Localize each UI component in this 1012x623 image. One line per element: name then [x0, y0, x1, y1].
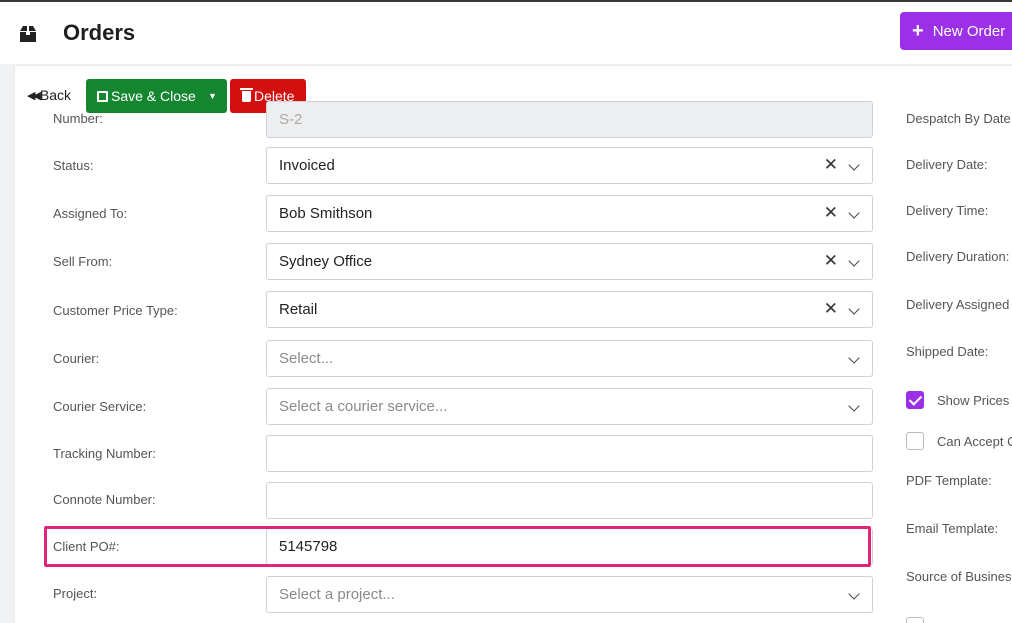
courier-label: Courier: [53, 351, 100, 366]
save-options-dropdown[interactable]: ▼ [198, 79, 227, 113]
box-icon [20, 26, 36, 42]
clear-icon[interactable]: ✕ [824, 251, 838, 271]
pdf-template-label: PDF Template: [906, 473, 992, 488]
plus-icon: + [912, 19, 924, 42]
trash-icon [240, 87, 253, 102]
status-select[interactable]: Invoiced ✕ [266, 147, 873, 184]
tracking-number-label: Tracking Number: [53, 446, 156, 461]
email-template-label: Email Template: [906, 521, 999, 536]
despatch-by-date-label: Despatch By Date: [906, 111, 1012, 126]
clear-icon[interactable]: ✕ [824, 203, 838, 223]
shipped-date-label: Shipped Date: [906, 344, 989, 359]
assigned-to-select[interactable]: Bob Smithson ✕ [266, 195, 873, 232]
new-order-label: New Order [932, 22, 1006, 40]
clear-icon[interactable]: ✕ [824, 299, 838, 319]
chevron-down-icon[interactable] [848, 352, 860, 364]
customer-price-type-select[interactable]: Retail ✕ [266, 291, 873, 328]
show-prices-label: Show Prices I [937, 393, 1012, 408]
status-label: Status: [53, 158, 94, 173]
status-value: Invoiced [279, 157, 335, 174]
floppy-disk-icon [97, 90, 108, 102]
new-order-button[interactable]: + New Order [900, 12, 1012, 50]
number-field: S-2 [266, 101, 873, 138]
back-label: Back [39, 87, 72, 103]
can-accept-checkbox[interactable] [906, 432, 924, 450]
number-value: S-2 [279, 111, 303, 128]
show-prices-checkbox[interactable] [906, 391, 924, 409]
double-left-arrow-icon: ◀◀ [27, 89, 41, 102]
chevron-down-icon[interactable] [848, 588, 860, 600]
chevron-down-icon[interactable] [848, 159, 860, 171]
chevron-down-icon[interactable] [848, 303, 860, 315]
delivery-time-label: Delivery Time: [906, 203, 989, 218]
courier-service-placeholder: Select a courier service... [279, 398, 448, 415]
project-placeholder: Select a project... [279, 586, 395, 603]
project-label: Project: [53, 586, 98, 601]
courier-placeholder: Select... [279, 350, 334, 367]
assigned-to-value: Bob Smithson [279, 205, 373, 222]
courier-select[interactable]: Select... [266, 340, 873, 377]
courier-service-label: Courier Service: [53, 399, 147, 414]
back-button[interactable]: ◀◀ Back [27, 87, 71, 103]
chevron-down-icon[interactable] [848, 255, 860, 267]
courier-service-select[interactable]: Select a courier service... [266, 388, 873, 425]
project-select[interactable]: Select a project... [266, 576, 873, 613]
page-header: Orders + New Order [0, 2, 1012, 64]
source-of-business-label: Source of Business [906, 569, 1012, 584]
save-close-label: Save & Close [111, 88, 196, 104]
save-close-button[interactable]: Save & Close [86, 79, 198, 113]
can-accept-label: Can Accept C [937, 434, 1012, 449]
delivery-duration-label: Delivery Duration: [906, 249, 1010, 264]
connote-number-input[interactable] [266, 482, 873, 519]
tracking-number-input[interactable] [266, 435, 873, 472]
sell-from-select[interactable]: Sydney Office ✕ [266, 243, 873, 280]
customer-price-type-value: Retail [279, 301, 318, 318]
chevron-down-icon[interactable] [848, 207, 860, 219]
page-title: Orders [63, 20, 136, 45]
connote-number-label: Connote Number: [53, 492, 156, 507]
chevron-down-icon[interactable] [848, 400, 860, 412]
delivery-date-label: Delivery Date: [906, 157, 988, 172]
clear-icon[interactable]: ✕ [824, 155, 838, 175]
number-label: Number: [53, 111, 103, 126]
assigned-to-label: Assigned To: [53, 206, 128, 221]
caret-down-icon: ▼ [208, 91, 217, 101]
sell-from-value: Sydney Office [279, 253, 373, 270]
customer-price-type-label: Customer Price Type: [53, 303, 178, 318]
sell-from-label: Sell From: [53, 254, 113, 269]
delivery-assigned-label: Delivery Assigned [906, 297, 1010, 312]
save-close-button-group: Save & Close ▼ [86, 79, 227, 113]
partial-checkbox[interactable] [906, 617, 924, 623]
client-po-highlight [44, 526, 871, 567]
